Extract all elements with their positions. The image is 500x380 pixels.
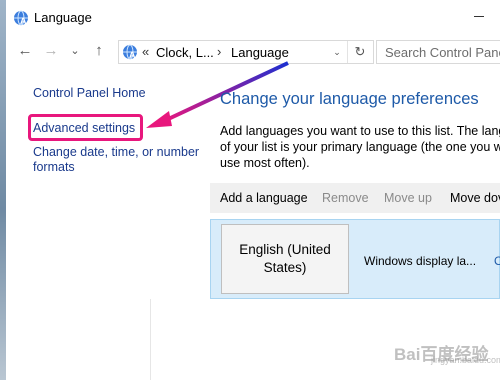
remove-button[interactable]: Remove — [322, 191, 369, 205]
sidebar-item-advanced-settings[interactable]: Advanced settings — [33, 121, 135, 135]
address-bar[interactable]: A « Clock, L... › Language ⌄ ↻ — [118, 40, 374, 64]
description-line: use most often). — [220, 156, 310, 170]
control-panel-window: A Language ← → ⌄ ↑ A « Clock, L... › Lan… — [6, 0, 500, 380]
language-options-link[interactable]: Op — [494, 254, 500, 268]
language-name-line: English (United — [239, 242, 331, 257]
control-panel-globe-icon: A — [123, 44, 137, 60]
language-list-item[interactable]: English (United States) Windows display … — [210, 219, 500, 299]
language-toolbar: Add a language Remove Move up Move dov — [210, 183, 500, 213]
control-panel-globe-icon: A — [14, 10, 28, 26]
forward-arrow-icon[interactable]: → — [40, 40, 62, 62]
description-line: Add languages you want to use to this li… — [220, 124, 500, 138]
svg-text:A: A — [20, 16, 27, 26]
add-language-button[interactable]: Add a language — [220, 191, 308, 205]
search-placeholder: Search Control Panel — [385, 45, 500, 60]
breadcrumb-clock-language[interactable]: Clock, L... — [156, 45, 214, 60]
svg-text:A: A — [129, 50, 136, 60]
breadcrumb-language[interactable]: Language — [231, 45, 289, 60]
up-arrow-icon[interactable]: ↑ — [88, 40, 110, 62]
move-down-button[interactable]: Move dov — [450, 191, 500, 205]
address-dropdown-icon[interactable]: ⌄ — [329, 42, 345, 62]
chevron-down-icon[interactable]: ⌄ — [64, 40, 86, 62]
page-description: Add languages you want to use to this li… — [220, 123, 500, 171]
title-bar: A Language — [6, 0, 500, 36]
breadcrumb-separator[interactable]: › — [217, 44, 221, 59]
page-title: Change your language preferences — [220, 90, 479, 108]
sidebar-item-change-date-time[interactable]: Change date, time, or number — [33, 145, 199, 159]
search-input[interactable]: Search Control Panel — [376, 40, 500, 64]
window-title: Language — [34, 10, 92, 25]
language-name-line: States) — [263, 260, 307, 275]
minimize-button[interactable] — [464, 0, 500, 30]
language-status: Windows display la... — [364, 254, 477, 268]
sidebar-item-change-date-time-formats[interactable]: formats — [33, 160, 75, 174]
back-arrow-icon[interactable]: ← — [14, 40, 36, 62]
language-name-tile[interactable]: English (United States) — [221, 224, 349, 294]
breadcrumb-overflow[interactable]: « — [142, 44, 149, 59]
move-up-button[interactable]: Move up — [384, 191, 432, 205]
description-line: of your list is your primary language (t… — [220, 140, 500, 154]
pane-divider — [150, 299, 151, 380]
sidebar-item-control-panel-home[interactable]: Control Panel Home — [33, 86, 146, 100]
refresh-icon[interactable]: ↻ — [347, 41, 372, 63]
watermark-url: jingyan.baidu.com — [431, 355, 500, 365]
